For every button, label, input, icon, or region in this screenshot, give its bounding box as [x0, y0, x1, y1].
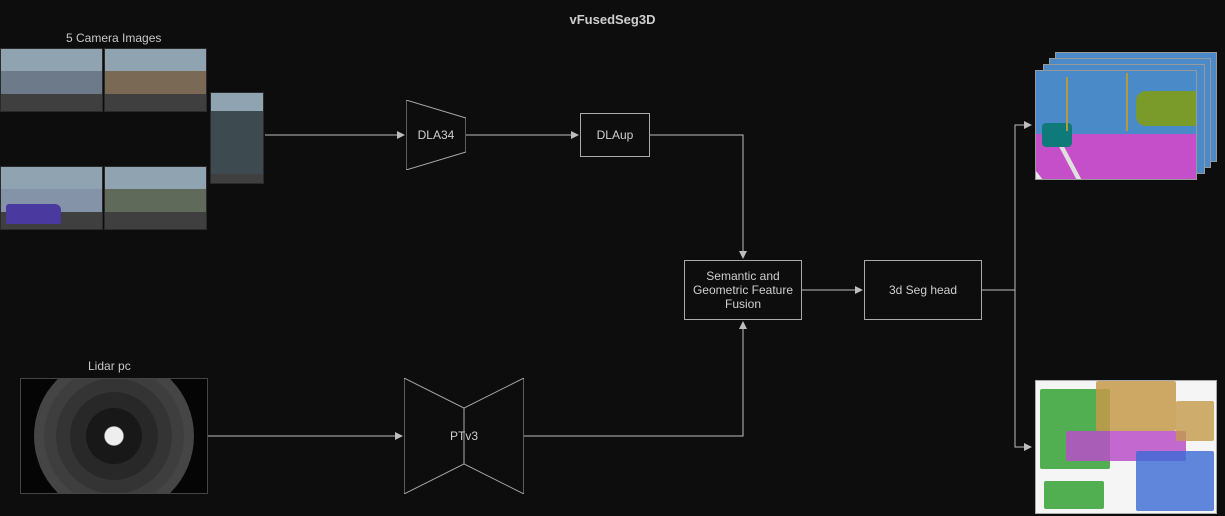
lidar-input-label: Lidar pc — [88, 359, 131, 373]
seg-head-label: 3d Seg head — [889, 283, 957, 297]
dlaup-label: DLAup — [597, 128, 634, 142]
camera-seg-output-stack — [1035, 52, 1217, 180]
dla34-block: DLA34 — [406, 100, 466, 170]
camera-image-thumb — [104, 48, 207, 112]
ptv3-label: PTv3 — [404, 378, 524, 494]
camera-seg-output — [1035, 70, 1197, 180]
camera-image-thumb — [0, 166, 103, 230]
camera-input-label: 5 Camera Images — [66, 31, 161, 45]
dlaup-block: DLAup — [580, 113, 650, 157]
fusion-label: Semantic and Geometric Feature Fusion — [689, 269, 797, 311]
lidar-pointcloud-image — [20, 378, 208, 494]
camera-image-thumb — [210, 92, 264, 184]
diagram-title: vFusedSeg3D — [0, 12, 1225, 27]
seg-head-block: 3d Seg head — [864, 260, 982, 320]
lidar-seg-output — [1035, 380, 1217, 514]
camera-images-grid — [0, 48, 265, 230]
ptv3-block: PTv3 — [404, 378, 524, 494]
camera-image-thumb — [0, 48, 103, 112]
fusion-block: Semantic and Geometric Feature Fusion — [684, 260, 802, 320]
dla34-label: DLA34 — [406, 100, 466, 170]
camera-image-thumb — [104, 166, 207, 230]
